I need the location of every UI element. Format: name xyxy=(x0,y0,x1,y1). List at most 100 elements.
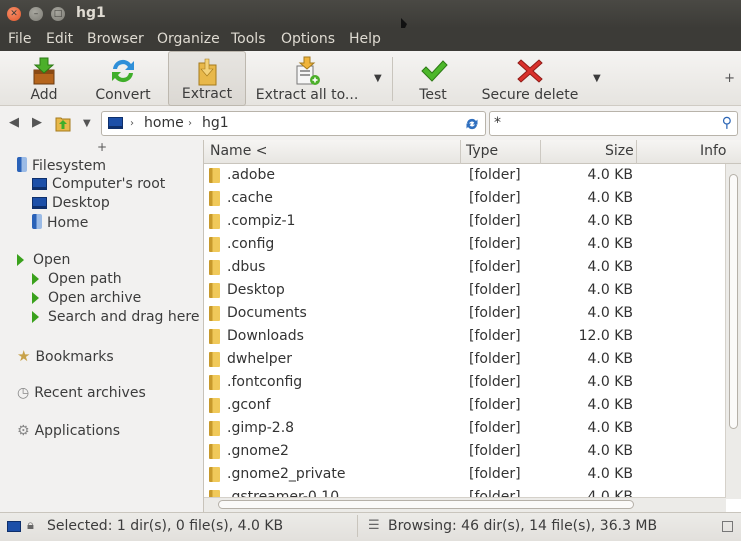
file-name: .gconf xyxy=(227,397,271,413)
column-name[interactable]: Name < xyxy=(210,143,267,159)
sidebar-filesystem[interactable]: Filesystem xyxy=(17,157,106,174)
menu-organize[interactable]: Organize xyxy=(157,31,220,47)
table-row[interactable]: .gnome2_private [folder] 4.0 KB xyxy=(204,463,726,486)
sidebar-item-open-path[interactable]: Open path xyxy=(32,271,122,287)
add-button[interactable]: Add xyxy=(8,51,80,106)
test-button[interactable]: Test xyxy=(402,51,464,106)
table-row[interactable]: .adobe [folder] 4.0 KB xyxy=(204,164,726,187)
menu-edit[interactable]: Edit xyxy=(46,31,73,47)
sidebar-item-computers-root[interactable]: Computer's root xyxy=(32,176,165,192)
column-divider[interactable] xyxy=(636,140,637,164)
table-row[interactable]: .cache [folder] 4.0 KB xyxy=(204,187,726,210)
parent-folder-icon[interactable] xyxy=(55,114,71,132)
extract-label: Extract xyxy=(181,86,233,102)
file-name: .config xyxy=(227,236,275,252)
extract-button[interactable]: Extract xyxy=(168,51,246,106)
menu-options[interactable]: Options xyxy=(281,31,335,47)
file-type: [folder] xyxy=(469,236,521,252)
sidebar-item-desktop[interactable]: Desktop xyxy=(32,195,110,211)
menu-tools[interactable]: Tools xyxy=(231,31,266,47)
column-divider[interactable] xyxy=(460,140,461,164)
resize-grip-icon[interactable] xyxy=(722,521,733,532)
file-size: 4.0 KB xyxy=(587,351,634,367)
table-row[interactable]: .gimp-2.8 [folder] 4.0 KB xyxy=(204,417,726,440)
extract-all-button[interactable]: Extract all to... xyxy=(252,51,362,106)
folder-icon xyxy=(209,168,220,183)
column-size[interactable]: Size xyxy=(605,143,634,159)
file-name: Downloads xyxy=(227,328,304,344)
title-bar: ✕ – □ hg1 xyxy=(0,0,741,28)
file-name: Desktop xyxy=(227,282,285,298)
search-icon[interactable]: ⚲ xyxy=(722,115,732,131)
menu-help[interactable]: Help xyxy=(349,31,381,47)
vertical-scrollbar[interactable] xyxy=(725,164,741,499)
sidebar-item-open-archive[interactable]: Open archive xyxy=(32,290,141,306)
file-type: [folder] xyxy=(469,374,521,390)
clock-icon: ◷ xyxy=(17,385,30,401)
path-separator: › xyxy=(130,118,134,129)
minimize-window-button[interactable]: – xyxy=(29,7,43,21)
search-drag-arrow-icon xyxy=(32,311,39,323)
scrollbar-thumb[interactable] xyxy=(218,500,634,509)
table-row[interactable]: .compiz-1 [folder] 4.0 KB xyxy=(204,210,726,233)
table-row[interactable]: .gconf [folder] 4.0 KB xyxy=(204,394,726,417)
path-segment-hg1[interactable]: hg1 xyxy=(202,115,229,131)
sidebar-item-home[interactable]: Home xyxy=(32,214,88,231)
refresh-icon[interactable] xyxy=(464,116,480,132)
file-name: .fontconfig xyxy=(227,374,303,390)
sidebar-recent-archives[interactable]: ◷ Recent archives xyxy=(17,385,146,401)
sidebar: + Filesystem Computer's root Desktop Hom… xyxy=(0,140,203,512)
history-dropdown-icon[interactable]: ▼ xyxy=(83,118,91,129)
open-path-arrow-icon xyxy=(32,273,39,285)
menu-file[interactable]: File xyxy=(8,31,31,47)
sidebar-open[interactable]: Open xyxy=(17,252,70,268)
secure-delete-label: Secure delete xyxy=(481,87,579,103)
table-row[interactable]: Documents [folder] 4.0 KB xyxy=(204,302,726,325)
maximize-window-button[interactable]: □ xyxy=(51,7,65,21)
table-row[interactable]: .fontconfig [folder] 4.0 KB xyxy=(204,371,726,394)
file-size: 4.0 KB xyxy=(587,420,634,436)
secure-delete-dropdown-icon[interactable]: ▼ xyxy=(593,73,601,84)
path-bar[interactable]: › home › hg1 xyxy=(101,111,486,136)
secure-delete-button[interactable]: Secure delete xyxy=(478,51,582,106)
folder-icon xyxy=(209,375,220,390)
column-divider[interactable] xyxy=(540,140,541,164)
scrollbar-thumb[interactable] xyxy=(729,174,738,429)
file-size: 4.0 KB xyxy=(587,190,634,206)
file-size: 4.0 KB xyxy=(587,236,634,252)
table-row[interactable]: .dbus [folder] 4.0 KB xyxy=(204,256,726,279)
sidebar-item-label: Desktop xyxy=(52,195,110,211)
table-row[interactable]: Desktop [folder] 4.0 KB xyxy=(204,279,726,302)
folder-icon xyxy=(209,214,220,229)
computer-status-icon xyxy=(7,521,21,532)
toolbar-add-icon[interactable]: + xyxy=(724,71,735,86)
test-label: Test xyxy=(419,87,447,103)
sidebar-item-search-drag[interactable]: Search and drag here xyxy=(32,309,199,325)
folder-icon xyxy=(209,398,220,413)
back-icon[interactable]: ◀ xyxy=(9,115,19,130)
file-name: dwhelper xyxy=(227,351,292,367)
path-segment-home[interactable]: home xyxy=(144,115,184,131)
table-row[interactable]: .config [folder] 4.0 KB xyxy=(204,233,726,256)
menu-browser[interactable]: Browser xyxy=(87,31,144,47)
window-title: hg1 xyxy=(76,5,106,21)
computer-root-icon[interactable] xyxy=(108,117,123,129)
forward-icon[interactable]: ▶ xyxy=(32,115,42,130)
column-info[interactable]: Info xyxy=(700,143,727,159)
folder-icon xyxy=(209,421,220,436)
horizontal-scrollbar[interactable] xyxy=(204,497,726,512)
table-row[interactable]: dwhelper [folder] 4.0 KB xyxy=(204,348,726,371)
table-row[interactable]: Downloads [folder] 12.0 KB xyxy=(204,325,726,348)
sidebar-applications[interactable]: ⚙ Applications xyxy=(17,423,120,439)
filter-input[interactable] xyxy=(494,115,714,131)
convert-button[interactable]: Convert xyxy=(88,51,158,106)
add-archive-icon xyxy=(33,57,55,85)
sidebar-add-icon[interactable]: + xyxy=(97,140,107,154)
close-window-button[interactable]: ✕ xyxy=(7,7,21,21)
table-row[interactable]: .gnome2 [folder] 4.0 KB xyxy=(204,440,726,463)
file-type: [folder] xyxy=(469,282,521,298)
extract-all-dropdown-icon[interactable]: ▼ xyxy=(374,73,382,84)
sidebar-bookmarks[interactable]: ★ Bookmarks xyxy=(17,347,114,365)
folder-icon xyxy=(209,329,220,344)
column-type[interactable]: Type xyxy=(466,143,498,159)
